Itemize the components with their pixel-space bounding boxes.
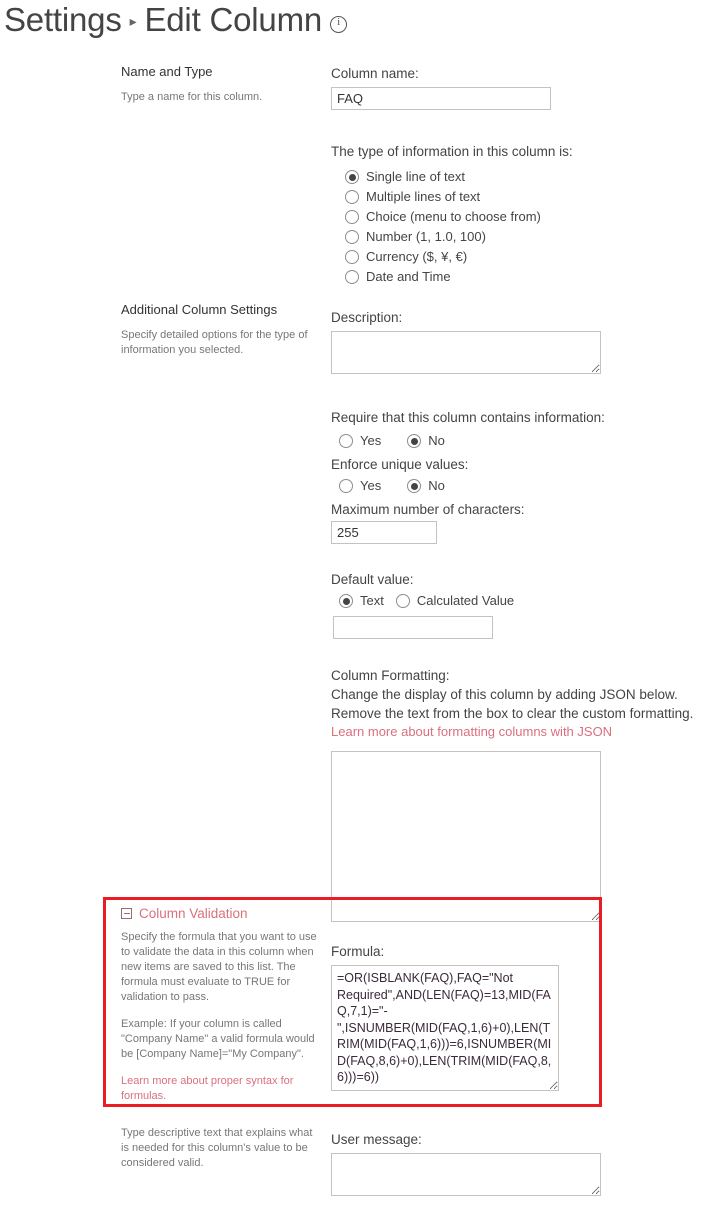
name-and-type-helper: Type a name for this column. [121, 91, 263, 103]
radio-icon[interactable] [395, 594, 410, 608]
type-option-choice[interactable]: Choice (menu to choose from) [345, 207, 711, 227]
additional-settings-labels: Additional Column Settings Specify detai… [121, 302, 321, 358]
type-option-label: Single line of text [366, 169, 466, 184]
formatting-json-learn-more-link[interactable]: Learn more about formatting columns with… [331, 724, 612, 739]
formula-textarea[interactable] [331, 965, 559, 1091]
type-option-date-and-time[interactable]: Date and Time [345, 267, 711, 287]
radio-icon[interactable] [339, 434, 353, 448]
default-text-label[interactable]: Text [360, 591, 384, 611]
type-option-currency[interactable]: Currency ($, ¥, €) [345, 247, 711, 267]
radio-icon[interactable] [339, 594, 353, 608]
radio-icon[interactable] [339, 479, 353, 493]
type-option-label: Choice (menu to choose from) [366, 209, 541, 224]
require-no-label[interactable]: No [428, 431, 445, 451]
radio-icon[interactable] [345, 270, 359, 284]
description-textarea[interactable] [331, 331, 601, 374]
user-message-helper: Type descriptive text that explains what… [121, 1127, 313, 1169]
column-type-question: The type of information in this column i… [331, 144, 573, 159]
unique-yes-label[interactable]: Yes [360, 476, 381, 496]
user-message-fields: User message: [331, 1126, 711, 1201]
default-value-radio-group: Text Calculated Value [339, 591, 711, 611]
type-option-single-line-of-text[interactable]: Single line of text [345, 167, 711, 187]
user-message-labels: Type descriptive text that explains what… [121, 1126, 321, 1171]
formula-syntax-learn-more-link[interactable]: Learn more about proper syntax for formu… [121, 1074, 321, 1104]
require-information-radio-group: Yes No [339, 431, 711, 451]
column-formatting-textarea[interactable] [331, 751, 601, 922]
default-calculated-label[interactable]: Calculated Value [417, 591, 514, 611]
collapse-toggle-icon[interactable] [121, 908, 132, 919]
column-validation-fields: Formula: [331, 906, 711, 1096]
column-validation-title[interactable]: Column Validation [139, 906, 248, 921]
name-and-type-title: Name and Type [121, 64, 213, 79]
column-validation-example: Example: If your column is called "Compa… [121, 1018, 315, 1060]
column-validation-header[interactable]: Column Validation [121, 906, 321, 921]
type-option-label: Multiple lines of text [366, 189, 481, 204]
radio-icon[interactable] [345, 170, 359, 184]
column-formatting-line-1: Change the display of this column by add… [331, 687, 678, 702]
default-value-input[interactable] [333, 616, 493, 639]
max-characters-input[interactable] [331, 521, 437, 544]
require-yes-label[interactable]: Yes [360, 431, 381, 451]
column-validation-labels: Column Validation Specify the formula th… [121, 906, 321, 1104]
page-header: Settings ▸ Edit Column [4, 0, 348, 40]
page-title: Edit Column [144, 1, 323, 38]
breadcrumb-settings[interactable]: Settings [4, 0, 122, 40]
column-formatting-label: Column Formatting: [331, 668, 450, 683]
breadcrumb-separator-icon: ▸ [129, 13, 137, 29]
radio-icon[interactable] [345, 210, 359, 224]
column-type-radio-group: Single line of text Multiple lines of te… [331, 167, 711, 287]
column-name-label: Column name: [331, 66, 419, 81]
user-message-label: User message: [331, 1132, 422, 1147]
type-option-multiple-lines-of-text[interactable]: Multiple lines of text [345, 187, 711, 207]
require-information-label: Require that this column contains inform… [331, 410, 605, 425]
radio-icon[interactable] [407, 434, 422, 448]
column-name-input[interactable] [331, 87, 551, 110]
enforce-unique-radio-group: Yes No [339, 476, 711, 496]
additional-settings-fields: Description: Require that this column co… [331, 302, 711, 927]
max-characters-label: Maximum number of characters: [331, 502, 525, 517]
user-message-textarea[interactable] [331, 1153, 601, 1196]
additional-settings-title: Additional Column Settings [121, 302, 278, 317]
type-option-label: Date and Time [366, 269, 451, 284]
enforce-unique-label: Enforce unique values: [331, 457, 469, 472]
formula-label: Formula: [331, 944, 385, 959]
name-and-type-fields: Column name: The type of information in … [331, 64, 711, 287]
radio-icon[interactable] [407, 479, 422, 493]
radio-icon[interactable] [345, 190, 359, 204]
radio-icon[interactable] [345, 250, 359, 264]
type-option-label: Currency ($, ¥, €) [366, 249, 468, 264]
column-formatting-line-2: Remove the text from the box to clear th… [331, 706, 694, 721]
column-validation-description: Specify the formula that you want to use… [121, 931, 317, 1003]
default-value-label: Default value: [331, 572, 414, 587]
name-and-type-labels: Name and Type Type a name for this colum… [121, 64, 321, 105]
type-option-number[interactable]: Number (1, 1.0, 100) [345, 227, 711, 247]
type-option-label: Number (1, 1.0, 100) [366, 229, 486, 244]
additional-settings-helper: Specify detailed options for the type of… [121, 329, 308, 356]
unique-no-label[interactable]: No [428, 476, 445, 496]
radio-icon[interactable] [345, 230, 359, 244]
info-icon[interactable] [330, 15, 348, 33]
description-label: Description: [331, 310, 403, 325]
